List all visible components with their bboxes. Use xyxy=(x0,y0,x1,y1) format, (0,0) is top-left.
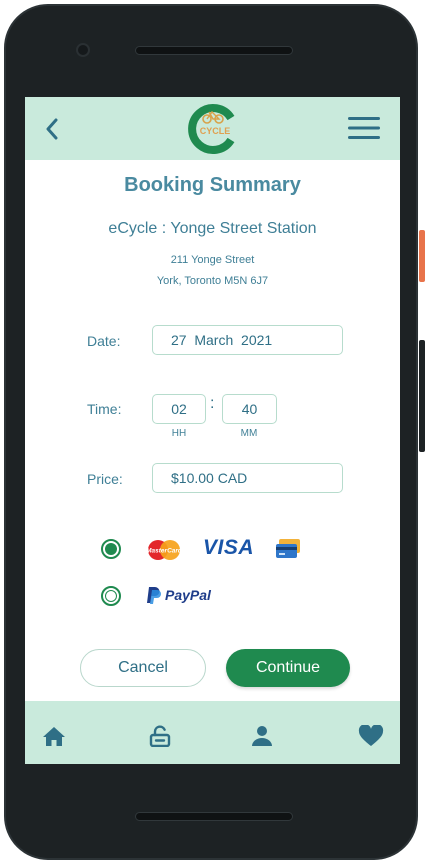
app-header: CYCLE xyxy=(25,97,400,160)
mastercard-text: MasterCard xyxy=(146,548,183,555)
logo-text: CYCLE xyxy=(200,126,231,136)
paypal-logo: PayPal xyxy=(165,587,211,603)
continue-button[interactable]: Continue xyxy=(226,649,350,687)
minutes-caption: MM xyxy=(240,428,258,439)
hours-value: 02 xyxy=(171,401,187,417)
nav-home[interactable] xyxy=(41,725,67,747)
hours-caption: HH xyxy=(171,428,187,439)
person-icon xyxy=(252,726,272,746)
nav-favorites[interactable] xyxy=(358,724,384,747)
date-label: Date: xyxy=(87,333,121,349)
time-label: Time: xyxy=(87,401,122,417)
station-name: eCycle : Yonge Street Station xyxy=(108,220,317,237)
home-icon xyxy=(43,727,65,746)
price-label: Price: xyxy=(87,471,123,487)
date-field[interactable]: 27 March 2021 xyxy=(152,325,343,355)
power-button xyxy=(419,230,425,282)
visa-logo: VISA xyxy=(203,536,255,559)
mastercard-icon: MasterCard xyxy=(145,539,183,566)
radio-inner-ring xyxy=(105,590,117,602)
time-separator: : xyxy=(210,395,215,412)
paypal-radio[interactable] xyxy=(101,586,121,606)
volume-button xyxy=(419,340,425,452)
menu-button[interactable] xyxy=(346,114,382,142)
date-value: 27 March 2021 xyxy=(171,332,273,348)
nav-unlock[interactable] xyxy=(147,725,173,748)
minutes-value: 40 xyxy=(241,401,258,417)
app-screen: CYCLE Booking Summary eCycle : Yonge Str… xyxy=(25,97,400,764)
address-line-1: 211 Yonge Street xyxy=(170,254,255,266)
heart-icon xyxy=(358,724,384,746)
price-value: $10.00 CAD xyxy=(171,470,248,486)
card-radio[interactable] xyxy=(101,539,121,559)
cancel-button[interactable]: Cancel xyxy=(80,649,206,687)
hours-field[interactable]: 02 xyxy=(152,394,206,424)
bottom-nav xyxy=(25,701,400,764)
nav-profile[interactable] xyxy=(249,725,275,747)
page-title: Booking Summary xyxy=(124,174,301,196)
ecycle-logo: CYCLE xyxy=(185,101,241,157)
minutes-field[interactable]: 40 xyxy=(222,394,277,424)
speaker xyxy=(135,46,293,55)
paypal-p-icon xyxy=(146,585,162,610)
radio-selected-dot xyxy=(105,543,117,555)
back-button[interactable] xyxy=(41,115,65,143)
credit-card-icon xyxy=(275,538,301,565)
price-field: $10.00 CAD xyxy=(152,463,343,493)
chevron-left-icon xyxy=(46,118,58,140)
camera xyxy=(76,43,90,57)
unlock-icon xyxy=(149,725,171,748)
address-line-2: York, Toronto M5N 6J7 xyxy=(156,275,269,287)
home-indicator xyxy=(135,812,293,821)
hamburger-menu-icon xyxy=(348,117,380,139)
